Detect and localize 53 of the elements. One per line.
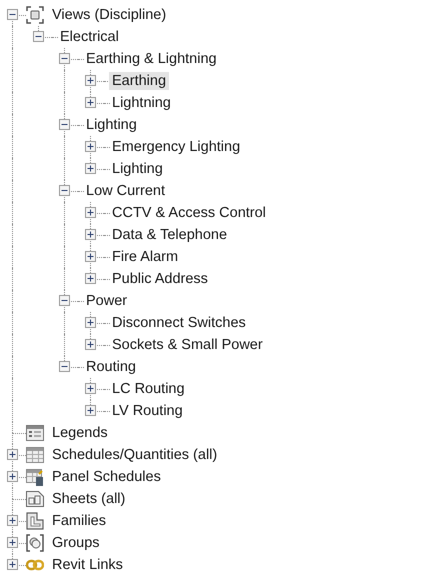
expand-toggle[interactable] — [85, 383, 96, 394]
collapse-toggle[interactable] — [7, 9, 18, 20]
expand-toggle[interactable] — [85, 251, 96, 262]
tree-item[interactable]: Public Address — [109, 270, 211, 288]
expand-toggle[interactable] — [85, 317, 96, 328]
tree-item[interactable]: Sockets & Small Power — [109, 336, 266, 354]
tree-item[interactable]: Views (Discipline) — [49, 6, 170, 24]
tree-item[interactable]: Sheets (all) — [49, 490, 128, 508]
tree-item[interactable]: Legends — [49, 424, 111, 442]
collapse-toggle[interactable] — [59, 361, 70, 372]
expand-toggle[interactable] — [85, 273, 96, 284]
tree-item[interactable]: Power — [83, 292, 130, 310]
tree-item[interactable]: LC Routing — [109, 380, 188, 398]
expand-toggle[interactable] — [85, 229, 96, 240]
tree-item[interactable]: Schedules/Quantities (all) — [49, 446, 220, 464]
expand-toggle[interactable] — [85, 207, 96, 218]
tree-item[interactable]: Fire Alarm — [109, 248, 182, 266]
expand-toggle[interactable] — [85, 97, 96, 108]
tree-item[interactable]: Emergency Lighting — [109, 138, 244, 156]
tree-item[interactable]: Lighting — [83, 116, 140, 134]
tree-item[interactable]: Low Current — [83, 182, 168, 200]
collapse-toggle[interactable] — [59, 53, 70, 64]
tree-item[interactable]: Families — [49, 512, 109, 530]
sheet-icon — [26, 490, 44, 508]
expand-toggle[interactable] — [85, 405, 96, 416]
expand-toggle[interactable] — [7, 559, 18, 570]
collapse-toggle[interactable] — [33, 31, 44, 42]
expand-toggle[interactable] — [85, 163, 96, 174]
expand-toggle[interactable] — [7, 449, 18, 460]
collapse-toggle[interactable] — [59, 295, 70, 306]
tree-item[interactable]: Routing — [83, 358, 139, 376]
collapse-toggle[interactable] — [59, 119, 70, 130]
tree-item[interactable]: Panel Schedules — [49, 468, 164, 486]
expand-toggle[interactable] — [7, 515, 18, 526]
tree-item[interactable]: Groups — [49, 534, 103, 552]
tree-item[interactable]: LV Routing — [109, 402, 186, 420]
tree-item[interactable]: Revit Links — [49, 556, 126, 574]
expand-toggle[interactable] — [85, 75, 96, 86]
view-frame-icon — [26, 6, 44, 24]
tree-item[interactable]: Lighting — [109, 160, 166, 178]
tree-item[interactable]: Electrical — [57, 28, 122, 46]
expand-toggle[interactable] — [7, 471, 18, 482]
tree-item[interactable]: Earthing — [109, 72, 170, 90]
tree-item[interactable]: Disconnect Switches — [109, 314, 249, 332]
tree-item[interactable]: Lightning — [109, 94, 174, 112]
expand-toggle[interactable] — [85, 141, 96, 152]
group-icon — [26, 534, 44, 552]
tree-item[interactable]: CCTV & Access Control — [109, 204, 269, 222]
tree-item[interactable]: Earthing & Lightning — [83, 50, 220, 68]
expand-toggle[interactable] — [7, 537, 18, 548]
tree-item[interactable]: Data & Telephone — [109, 226, 230, 244]
collapse-toggle[interactable] — [59, 185, 70, 196]
expand-toggle[interactable] — [85, 339, 96, 350]
